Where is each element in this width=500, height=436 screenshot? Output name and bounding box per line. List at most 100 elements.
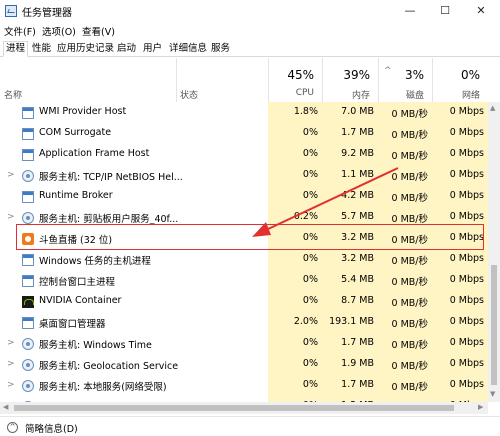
expand-chevron-icon[interactable]: > (7, 170, 15, 180)
process-row[interactable]: COM Surrogate 0% 1.7 MB 0 MB/秒 0 Mbps (0, 123, 488, 144)
tab-startup[interactable]: 启动 (114, 41, 139, 57)
memory-value: 1.7 MB (341, 127, 374, 138)
memory-value: 3.2 MB (341, 253, 374, 264)
disk-value: 0 MB/秒 (391, 130, 428, 141)
network-value: 0 Mbps (449, 148, 484, 159)
disk-value: 0 MB/秒 (391, 340, 428, 351)
column-header-disk[interactable]: 3% 磁盘 (378, 58, 432, 102)
column-header-name[interactable]: 名称 状态 (0, 58, 268, 102)
memory-value: 193.1 MB (329, 316, 374, 327)
tab-users[interactable]: 用户 (140, 41, 165, 57)
vertical-scrollbar[interactable]: ▲ ▼ (488, 102, 500, 402)
cpu-value: 0% (302, 358, 318, 369)
service-window-icon (22, 317, 34, 329)
expand-chevron-icon[interactable]: > (7, 212, 15, 222)
scroll-right-icon[interactable]: ▶ (478, 403, 483, 411)
column-status-label: 状态 (180, 91, 199, 101)
gear-icon (22, 380, 34, 392)
network-value: 0 Mbps (449, 316, 484, 327)
column-header-network[interactable]: 0% 网络 (432, 58, 488, 102)
process-row[interactable]: > 服务主机: TCP/IP NetBIOS Hel... 0% 1.1 MB 0 MB… (0, 165, 488, 186)
scroll-up-icon[interactable]: ▲ (490, 104, 495, 112)
memory-value: 7.0 MB (341, 106, 374, 117)
disk-percent: 3% (404, 68, 424, 82)
process-row[interactable]: WMI Provider Host 1.8% 7.0 MB 0 MB/秒 0 Mbps (0, 102, 488, 123)
memory-label: 内存 (351, 91, 370, 101)
gear-icon (22, 170, 34, 182)
process-row[interactable]: Runtime Broker 0% 4.2 MB 0 MB/秒 0 Mbps (0, 186, 488, 207)
cpu-percent: 45% (287, 68, 314, 82)
memory-value: 5.7 MB (341, 211, 374, 222)
tab-details[interactable]: 详细信息 (166, 41, 210, 57)
tab-processes[interactable]: 进程 (3, 41, 29, 57)
maximize-button[interactable]: ☐ (430, 0, 460, 22)
process-row[interactable]: NVIDIA Container 0% 8.7 MB 0 MB/秒 0 Mbps (0, 291, 488, 312)
fewer-details-link[interactable]: 简略信息(D) (25, 421, 78, 435)
service-window-icon (22, 191, 34, 203)
network-value: 0 Mbps (449, 295, 484, 306)
menu-options[interactable]: 选项(O) (42, 24, 76, 38)
cpu-value: 0% (302, 253, 318, 264)
expand-chevron-icon[interactable]: > (7, 359, 15, 369)
process-name: 桌面窗口管理器 (39, 319, 106, 330)
cpu-value: 0.2% (293, 211, 318, 222)
chevron-up-icon[interactable]: ^ (7, 422, 18, 433)
disk-value: 0 MB/秒 (391, 109, 428, 120)
scroll-down-icon[interactable]: ▼ (490, 390, 495, 398)
memory-value: 8.7 MB (341, 295, 374, 306)
process-row[interactable]: Windows 任务的主机进程 0% 3.2 MB 0 MB/秒 0 Mbps (0, 249, 488, 270)
close-button[interactable]: ✕ (466, 0, 496, 22)
network-value: 0 Mbps (449, 253, 484, 264)
network-value: 0 Mbps (449, 337, 484, 348)
memory-value: 9.2 MB (341, 148, 374, 159)
expand-chevron-icon[interactable]: > (7, 380, 15, 390)
gear-icon (22, 359, 34, 371)
process-row[interactable]: > 服务主机: 本地服务(网络受限) 0% 1.7 MB 0 MB/秒 0 Mbps (0, 375, 488, 396)
column-header-memory[interactable]: 39% 内存 (322, 58, 378, 102)
sort-up-icon: ^ (384, 66, 392, 76)
disk-label: 磁盘 (405, 91, 424, 101)
network-value: 0 Mbps (449, 274, 484, 285)
nvidia-icon (22, 296, 34, 308)
menu-view[interactable]: 查看(V) (82, 24, 115, 38)
minimize-button[interactable]: — (395, 0, 425, 22)
process-name: Application Frame Host (39, 148, 150, 159)
column-divider (432, 58, 433, 102)
process-row[interactable]: > 服务主机: Geolocation Service 0% 1.9 MB 0 MB/秒… (0, 354, 488, 375)
tab-services[interactable]: 服务 (208, 41, 233, 57)
process-name: 服务主机: 剪贴板用户服务_40f... (39, 214, 179, 225)
memory-value: 1.9 MB (341, 358, 374, 369)
service-window-icon (22, 254, 34, 266)
network-label: 网络 (461, 91, 480, 101)
process-name: 控制台窗口主进程 (39, 277, 116, 288)
process-row[interactable]: > 服务主机: Windows Time 0% 1.7 MB 0 MB/秒 0 Mbps (0, 333, 488, 354)
expand-chevron-icon[interactable]: > (7, 338, 15, 348)
process-row[interactable]: Application Frame Host 0% 9.2 MB 0 MB/秒 0 Mb… (0, 144, 488, 165)
network-value: 0 Mbps (449, 190, 484, 201)
column-header-cpu[interactable]: 45% CPU (268, 58, 322, 102)
process-row[interactable]: 控制台窗口主进程 0% 5.4 MB 0 MB/秒 0 Mbps (0, 270, 488, 291)
cpu-value: 0% (302, 379, 318, 390)
disk-value: 0 MB/秒 (391, 151, 428, 162)
cpu-value: 0% (302, 295, 318, 306)
disk-value: 0 MB/秒 (391, 319, 428, 330)
cpu-value: 0% (302, 127, 318, 138)
gear-icon (22, 212, 34, 224)
network-value: 0 Mbps (449, 211, 484, 222)
tab-performance[interactable]: 性能 (29, 41, 54, 57)
scroll-left-icon[interactable]: ◀ (3, 403, 8, 411)
cpu-value: 0% (302, 274, 318, 285)
horizontal-scroll-thumb[interactable] (14, 405, 454, 411)
disk-value: 0 MB/秒 (391, 214, 428, 225)
process-name: 服务主机: Geolocation Service (39, 361, 179, 372)
process-list: WMI Provider Host 1.8% 7.0 MB 0 MB/秒 0 Mbps C… (0, 102, 488, 402)
network-value: 0 Mbps (449, 358, 484, 369)
column-divider (176, 58, 177, 102)
menu-file[interactable]: 文件(F) (4, 24, 36, 38)
cpu-value: 0% (302, 169, 318, 180)
tab-app-history[interactable]: 应用历史记录 (54, 41, 117, 57)
process-row[interactable]: 桌面窗口管理器 2.0% 193.1 MB 0 MB/秒 0 Mbps (0, 312, 488, 333)
vertical-scroll-thumb[interactable] (491, 265, 497, 385)
process-name: Runtime Broker (39, 190, 113, 201)
horizontal-scrollbar[interactable]: ◀ ▶ (0, 402, 488, 414)
